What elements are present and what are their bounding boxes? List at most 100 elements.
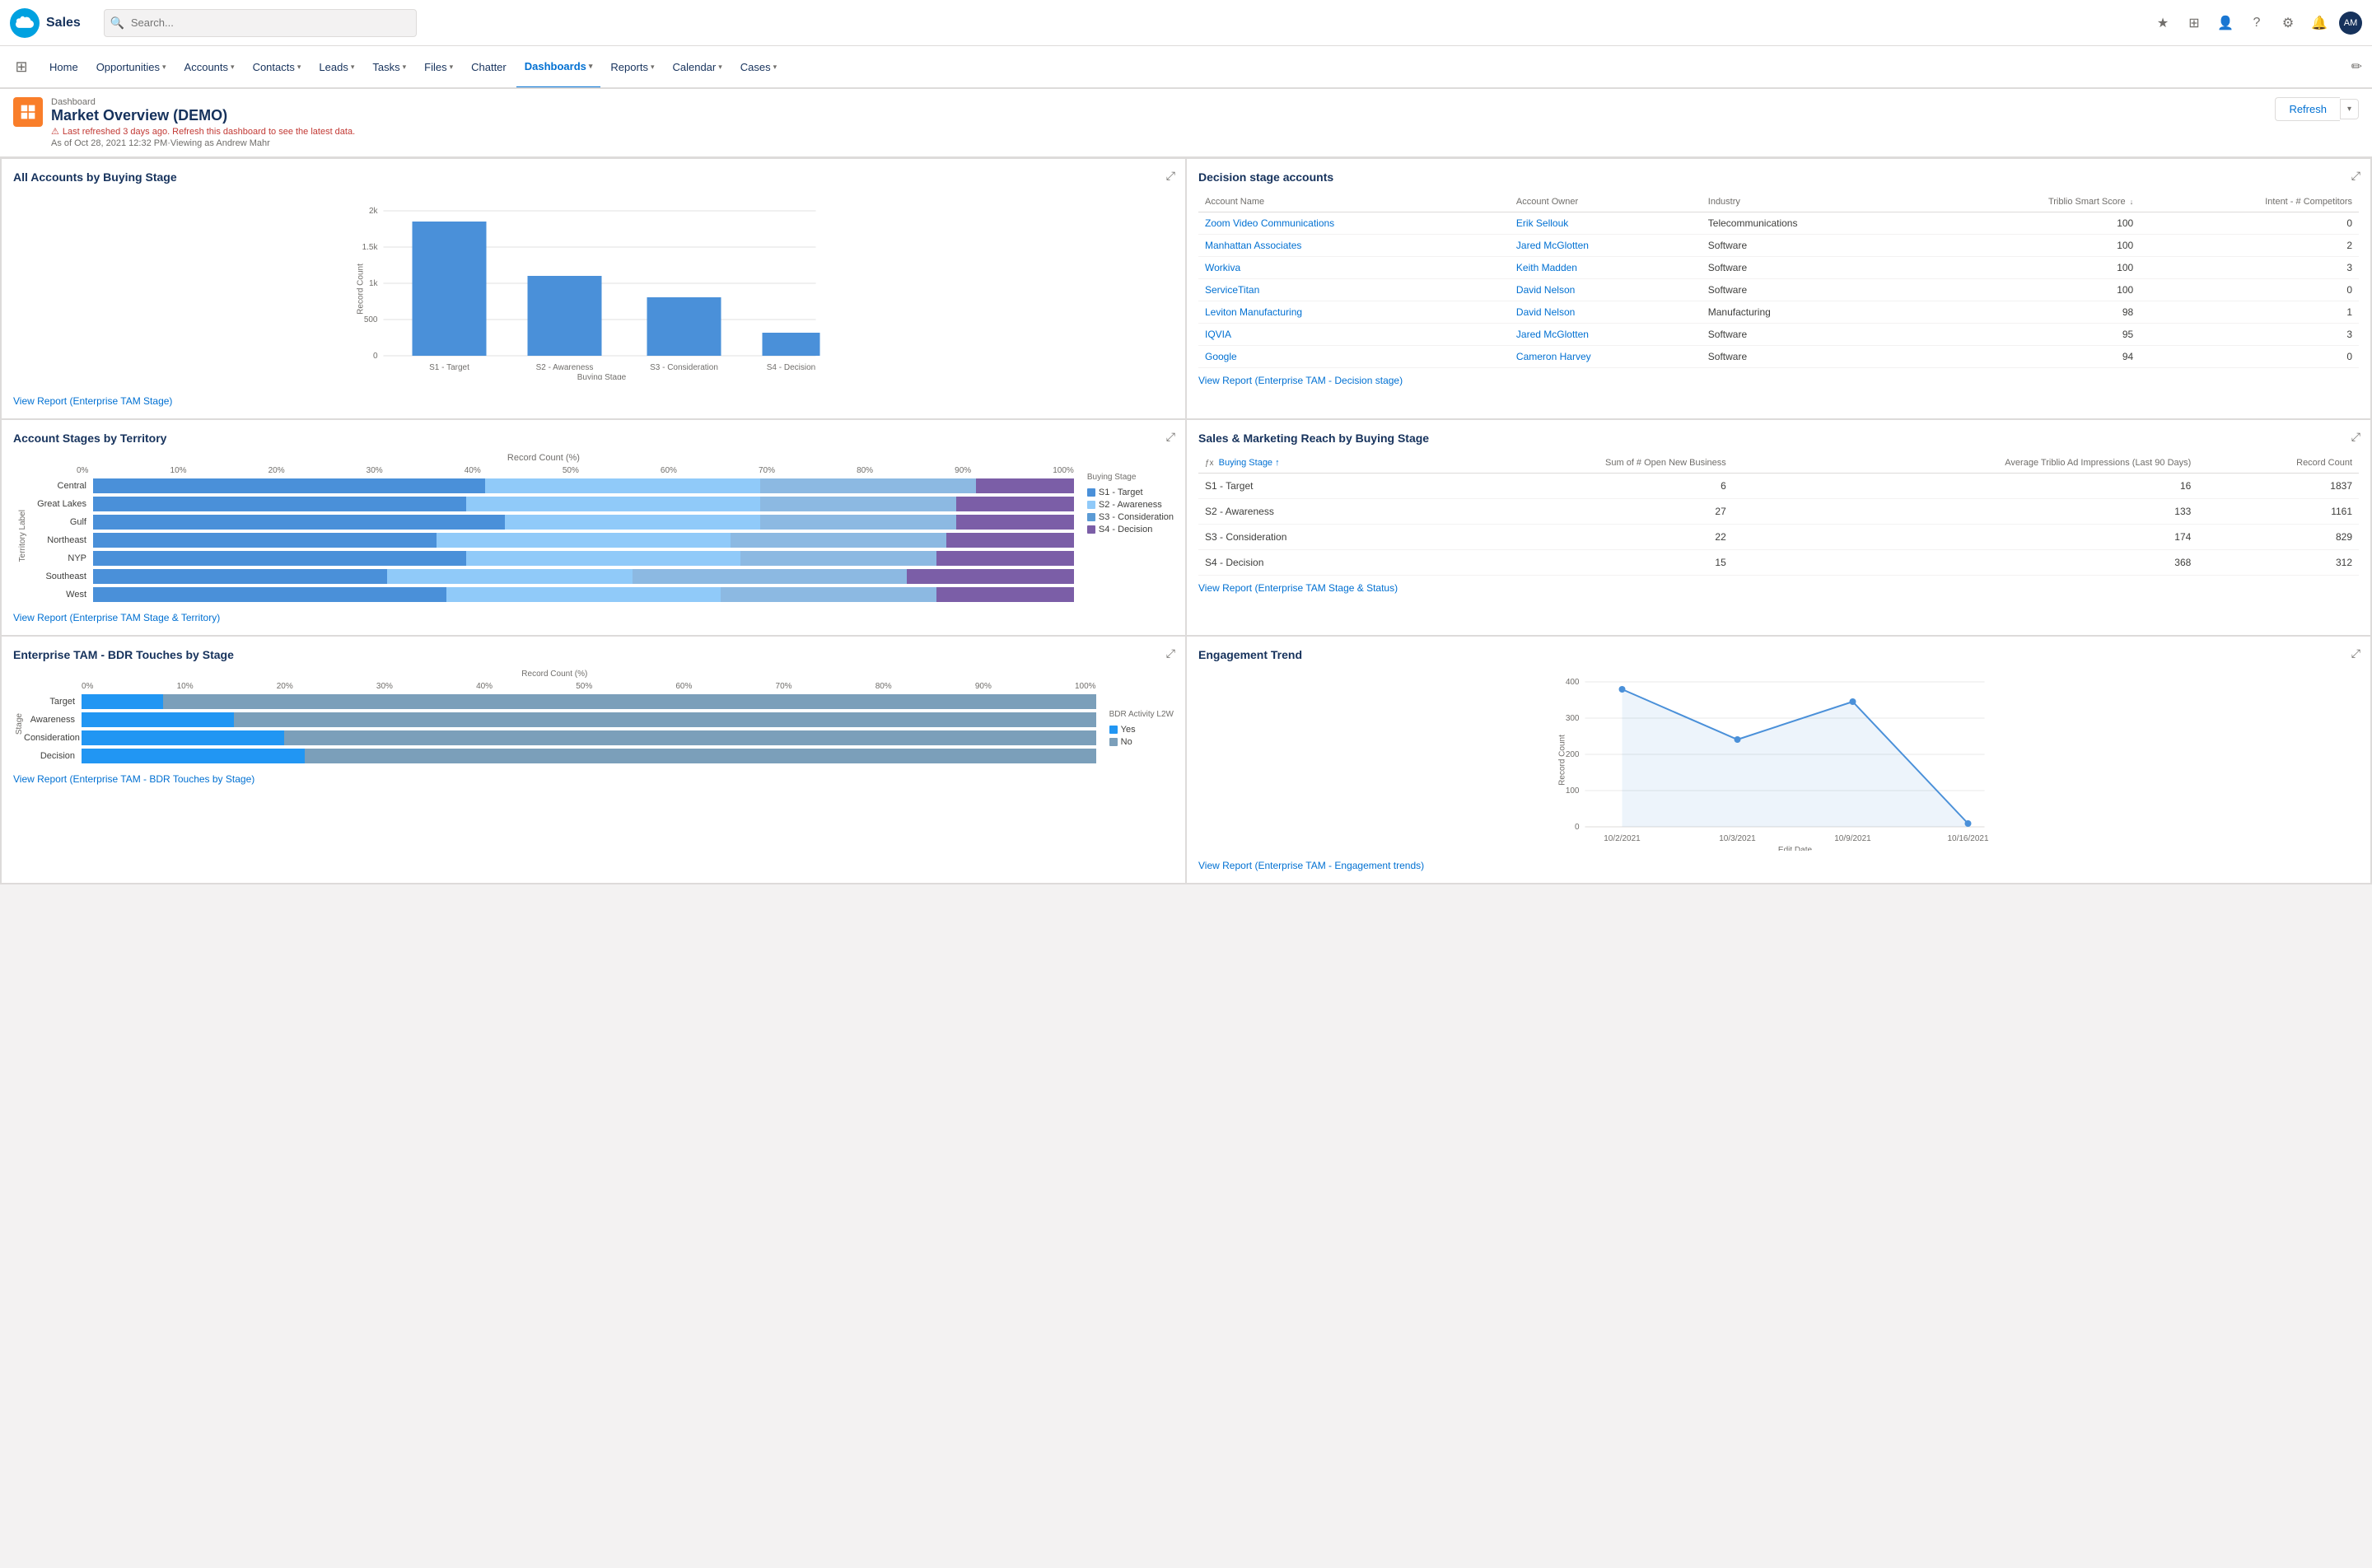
- expand-icon[interactable]: ⤢: [1166, 646, 1175, 660]
- expand-icon[interactable]: ⤢: [2351, 430, 2360, 444]
- table-row: Workiva Keith Madden Software 100 3: [1198, 257, 2359, 279]
- nav-grid-button[interactable]: ⊞: [10, 55, 33, 78]
- legend-s4: S4 - Decision: [1087, 525, 1174, 534]
- svg-text:S4 - Decision: S4 - Decision: [767, 363, 815, 372]
- nav-edit-icon[interactable]: ✏: [2351, 58, 2362, 75]
- grid-icon[interactable]: ⊞: [2183, 12, 2206, 35]
- nav-item-contacts[interactable]: Contacts ▾: [245, 46, 310, 89]
- panel-title: Sales & Marketing Reach by Buying Stage: [1198, 432, 2359, 445]
- nav-item-tasks[interactable]: Tasks ▾: [364, 46, 414, 89]
- seg-s4: [936, 551, 1074, 566]
- bar-segments: [93, 515, 1074, 530]
- nav-item-opportunities[interactable]: Opportunities ▾: [88, 46, 175, 89]
- expand-icon[interactable]: ⤢: [2351, 646, 2360, 660]
- legend-s1: S1 - Target: [1087, 488, 1174, 497]
- account-name-cell[interactable]: Manhattan Associates: [1198, 235, 1510, 257]
- chart-area: [1623, 689, 1968, 827]
- svg-text:500: 500: [364, 315, 378, 324]
- svg-text:S1 - Target: S1 - Target: [429, 363, 469, 372]
- account-name-cell[interactable]: IQVIA: [1198, 324, 1510, 346]
- chevron-down-icon: ▾: [162, 63, 166, 72]
- bdr-bar-row: Target: [24, 694, 1096, 709]
- gear-icon[interactable]: ⚙: [2276, 12, 2300, 35]
- search-icon: 🔍: [110, 16, 124, 30]
- add-user-icon[interactable]: 👤: [2214, 12, 2237, 35]
- expand-icon[interactable]: ⤢: [1166, 169, 1175, 183]
- seg-yes: [82, 730, 284, 745]
- nav-item-chatter[interactable]: Chatter: [463, 46, 515, 89]
- nav-item-accounts[interactable]: Accounts ▾: [176, 46, 243, 89]
- nav-item-calendar[interactable]: Calendar ▾: [664, 46, 730, 89]
- avg-cell: 16: [1733, 474, 2198, 499]
- view-report-link[interactable]: View Report (Enterprise TAM - BDR Touche…: [13, 773, 254, 785]
- view-report-link[interactable]: View Report (Enterprise TAM - Decision s…: [1198, 375, 1403, 386]
- col-record-count: Record Count: [2197, 453, 2359, 474]
- search-input[interactable]: [104, 9, 417, 37]
- account-owner-cell[interactable]: Jared McGlotten: [1510, 324, 1702, 346]
- account-owner-cell[interactable]: David Nelson: [1510, 279, 1702, 301]
- nav-item-home[interactable]: Home: [41, 46, 86, 89]
- help-icon[interactable]: ?: [2245, 12, 2268, 35]
- seg-s2: [446, 587, 721, 602]
- view-report-link[interactable]: View Report (Enterprise TAM Stage & Stat…: [1198, 582, 1398, 594]
- chevron-down-icon: ▾: [773, 63, 777, 72]
- score-cell: 98: [1926, 301, 2140, 324]
- panel-bdr-touches: Enterprise TAM - BDR Touches by Stage ⤢ …: [2, 637, 1185, 883]
- avatar[interactable]: AM: [2339, 12, 2362, 35]
- account-name-cell[interactable]: ServiceTitan: [1198, 279, 1510, 301]
- seg-s2: [387, 569, 633, 584]
- refresh-caret-button[interactable]: ▾: [2340, 99, 2359, 119]
- account-name-cell[interactable]: Zoom Video Communications: [1198, 212, 1510, 235]
- count-cell: 829: [2197, 525, 2359, 550]
- nav-item-cases[interactable]: Cases ▾: [732, 46, 785, 89]
- territory-label: Great Lakes: [27, 499, 93, 509]
- account-name-cell[interactable]: Google: [1198, 346, 1510, 368]
- col-account-name: Account Name: [1198, 192, 1510, 212]
- bdr-stage-label: Target: [24, 697, 82, 707]
- bell-icon[interactable]: 🔔: [2308, 12, 2331, 35]
- expand-icon[interactable]: ⤢: [2351, 169, 2360, 183]
- bar-segments: [93, 533, 1074, 548]
- salesforce-logo[interactable]: [10, 8, 40, 38]
- svg-text:S3 - Consideration: S3 - Consideration: [650, 363, 718, 372]
- account-owner-cell[interactable]: Jared McGlotten: [1510, 235, 1702, 257]
- view-report-link[interactable]: View Report (Enterprise TAM Stage): [13, 395, 172, 407]
- nav-item-leads[interactable]: Leads ▾: [311, 46, 362, 89]
- legend-yes: Yes: [1109, 725, 1174, 735]
- panel-title: Engagement Trend: [1198, 648, 2359, 661]
- expand-icon[interactable]: ⤢: [1166, 430, 1175, 444]
- territory-bar-row: Southeast: [27, 569, 1074, 584]
- svg-text:10/3/2021: 10/3/2021: [1719, 834, 1756, 843]
- industry-cell: Telecommunications: [1702, 212, 1926, 235]
- account-name-cell[interactable]: Workiva: [1198, 257, 1510, 279]
- account-owner-cell[interactable]: Erik Sellouk: [1510, 212, 1702, 235]
- panel-decision-accounts: Decision stage accounts ⤢ Account Name A…: [1187, 159, 2370, 418]
- account-owner-cell[interactable]: Cameron Harvey: [1510, 346, 1702, 368]
- score-cell: 94: [1926, 346, 2140, 368]
- nav-item-dashboards[interactable]: Dashboards ▾: [516, 46, 601, 89]
- account-name-cell[interactable]: Leviton Manufacturing: [1198, 301, 1510, 324]
- open-cell: 22: [1420, 525, 1733, 550]
- bdr-bar-row: Awareness: [24, 712, 1096, 727]
- chevron-down-icon: ▾: [450, 63, 454, 72]
- dashboard-header: Dashboard Market Overview (DEMO) ⚠ Last …: [0, 89, 2372, 157]
- competitors-cell: 0: [2140, 212, 2359, 235]
- bdr-stage-label: Awareness: [24, 715, 82, 725]
- nav-item-reports[interactable]: Reports ▾: [602, 46, 662, 89]
- seg-s1: [93, 587, 446, 602]
- panel-title: Account Stages by Territory: [13, 432, 1174, 445]
- nav-item-files[interactable]: Files ▾: [416, 46, 461, 89]
- seg-s1: [93, 478, 485, 493]
- favorites-icon[interactable]: ★: [2151, 12, 2174, 35]
- account-owner-cell[interactable]: David Nelson: [1510, 301, 1702, 324]
- seg-no: [284, 730, 1095, 745]
- territory-label: West: [27, 590, 93, 600]
- view-report-link[interactable]: View Report (Enterprise TAM Stage & Terr…: [13, 612, 220, 623]
- data-point: [1965, 820, 1972, 827]
- account-owner-cell[interactable]: Keith Madden: [1510, 257, 1702, 279]
- view-report-link[interactable]: View Report (Enterprise TAM - Engagement…: [1198, 860, 1424, 871]
- seg-yes: [82, 694, 163, 709]
- chart-header: Record Count (%): [13, 670, 1096, 679]
- refresh-button[interactable]: Refresh: [2275, 97, 2340, 121]
- col-triblio-score[interactable]: Triblio Smart Score ↓: [1926, 192, 2140, 212]
